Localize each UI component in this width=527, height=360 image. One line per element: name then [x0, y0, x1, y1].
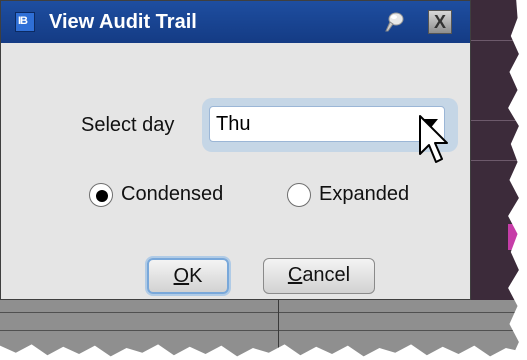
select-day-value: Thu	[216, 113, 251, 135]
ok-mnemonic: O	[173, 265, 190, 287]
radio-expanded[interactable]: Expanded	[287, 180, 437, 210]
radio-selected-dot	[96, 190, 108, 202]
radio-condensed-label[interactable]: Condensed	[121, 183, 223, 206]
background-gridline	[0, 312, 527, 313]
app-logo-icon: IB	[15, 12, 35, 32]
ok-button[interactable]: OK	[147, 258, 229, 294]
title-bar[interactable]: IB View Audit Trail X	[1, 1, 470, 43]
select-day-dropdown[interactable]: Thu	[209, 106, 445, 142]
cancel-mnemonic: C	[287, 264, 303, 286]
radio-expanded-label[interactable]: Expanded	[319, 183, 409, 206]
close-button[interactable]: X	[428, 10, 452, 34]
close-icon: X	[434, 12, 447, 32]
mouse-pointer-icon	[419, 115, 448, 163]
radio-circle[interactable]	[89, 183, 113, 207]
radio-condensed[interactable]: Condensed	[89, 180, 249, 210]
pin-icon[interactable]	[381, 9, 407, 35]
radio-circle[interactable]	[287, 183, 311, 207]
select-day-label: Select day	[81, 114, 175, 136]
background-gridline	[0, 330, 527, 331]
audit-trail-dialog: IB View Audit Trail X Select day Thu Con…	[0, 0, 471, 300]
dialog-title: View Audit Trail	[49, 11, 197, 33]
cancel-button[interactable]: Cancel	[263, 258, 375, 294]
ok-label: K	[189, 265, 203, 287]
cancel-label: ancel	[302, 264, 351, 286]
